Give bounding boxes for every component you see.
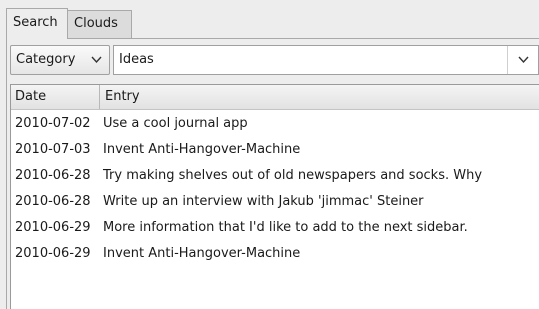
tab-clouds[interactable]: Clouds [67,10,132,38]
table-row[interactable]: 2010-06-28 Write up an interview with Ja… [11,191,539,217]
search-input[interactable]: Ideas [119,46,154,74]
search-combo[interactable]: Ideas [113,45,539,75]
search-dropdown-button[interactable] [507,46,538,74]
row-entry: More information that I'd like to add to… [103,220,468,235]
table-row[interactable]: 2010-06-29 More information that I'd lik… [11,217,539,243]
row-date: 2010-06-28 [15,168,91,183]
row-entry: Invent Anti-Hangover-Machine [103,246,301,261]
row-date: 2010-06-29 [15,246,91,261]
row-entry: Use a cool journal app [103,116,248,131]
row-entry: Write up an interview with Jakub 'jimmac… [103,194,424,209]
tab-bar: Search Clouds [0,0,539,39]
journal-search-panel: Search Clouds Category Ideas Date Entry … [0,0,539,309]
row-date: 2010-07-02 [15,116,91,131]
row-date: 2010-06-29 [15,220,91,235]
row-entry: Try making shelves out of old newspapers… [103,168,483,183]
row-date: 2010-06-28 [15,194,91,209]
row-entry: Invent Anti-Hangover-Machine [103,142,301,157]
category-select-label: Category [16,52,76,67]
row-date: 2010-07-03 [15,142,91,157]
results-tree[interactable]: Date Entry 2010-07-02 Use a cool journal… [10,84,539,309]
category-select[interactable]: Category [10,45,110,75]
column-header-date[interactable]: Date [11,85,103,109]
tree-header: Date Entry [11,85,539,110]
table-row[interactable]: 2010-06-28 Try making shelves out of old… [11,165,539,191]
tab-search[interactable]: Search [6,8,68,39]
column-header-entry[interactable]: Entry [99,85,539,109]
table-row[interactable]: 2010-06-29 Invent Anti-Hangover-Machine [11,243,539,269]
table-row[interactable]: 2010-07-02 Use a cool journal app [11,113,539,139]
chevron-down-icon [91,46,102,85]
chevron-down-icon [517,56,529,77]
tree-rows: 2010-07-02 Use a cool journal app 2010-0… [11,113,539,269]
table-row[interactable]: 2010-07-03 Invent Anti-Hangover-Machine [11,139,539,165]
